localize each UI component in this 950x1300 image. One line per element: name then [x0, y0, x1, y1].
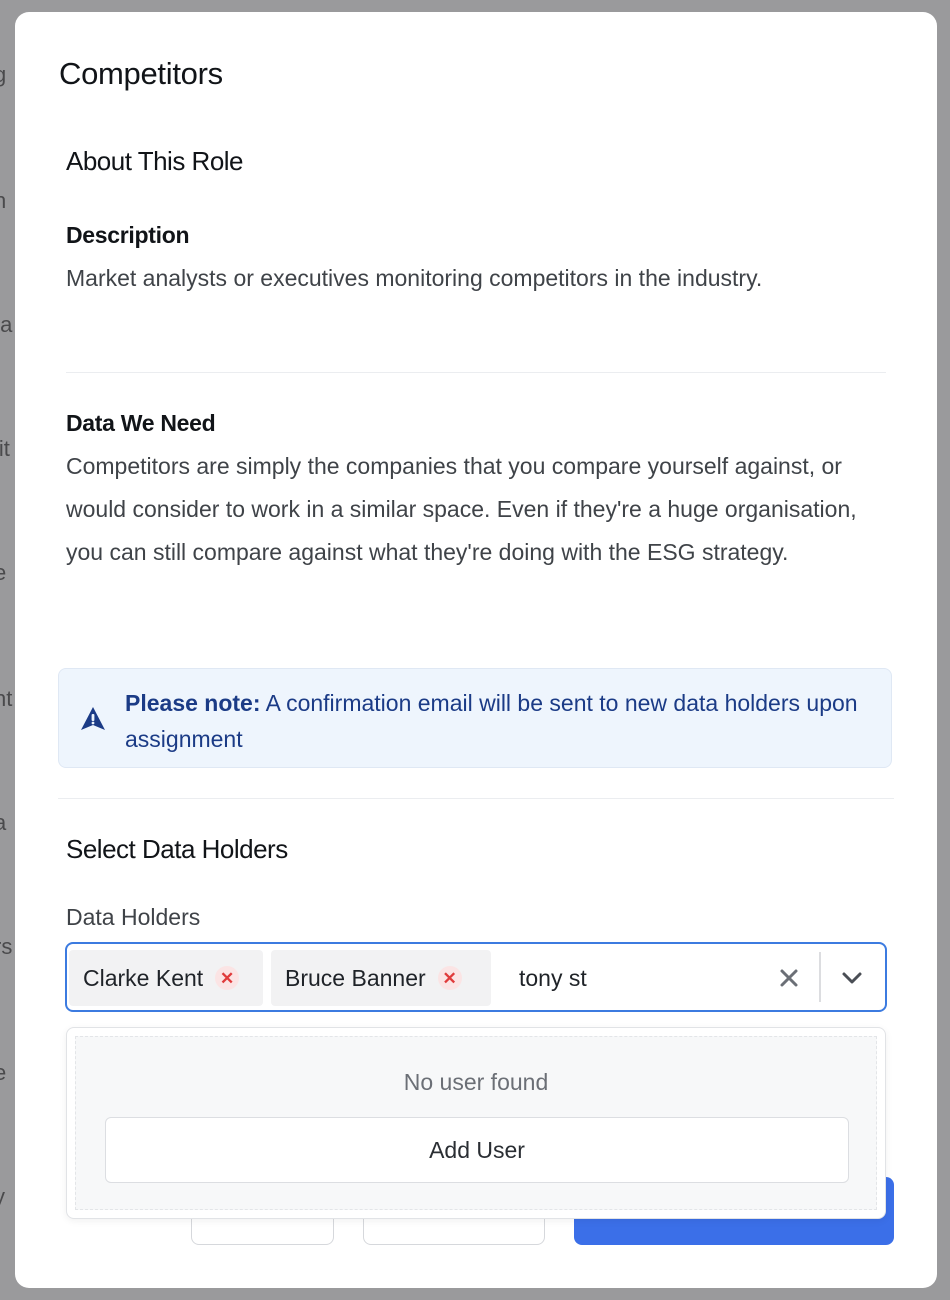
description-text: Market analysts or executives monitoring…: [66, 265, 763, 291]
remove-chip-icon[interactable]: ✕: [437, 966, 462, 990]
about-role-heading: About This Role: [66, 146, 244, 176]
warning-triangle-icon: [81, 707, 105, 730]
remove-chip-icon[interactable]: ✕: [215, 966, 240, 990]
notice-alert: Please note: A confirmation email will b…: [58, 668, 892, 768]
divider: [66, 372, 886, 373]
select-separator: [819, 952, 821, 1002]
description-label: Description: [66, 222, 190, 248]
data-holders-select[interactable]: Clarke Kent ✕ Bruce Banner ✕: [65, 942, 887, 1012]
holder-search-input[interactable]: [507, 958, 771, 998]
chip-label: Clarke Kent: [83, 964, 204, 991]
select-holders-heading: Select Data Holders: [66, 834, 288, 864]
dropdown-empty-state: No user found Add User: [75, 1036, 877, 1210]
role-modal: Competitors About This Role Description …: [15, 12, 937, 1288]
add-user-button[interactable]: Add User: [105, 1117, 849, 1183]
data-needed-label: Data We Need: [66, 410, 216, 436]
notice-text: Please note: A confirmation email will b…: [125, 685, 865, 757]
chip-label: Bruce Banner: [285, 964, 426, 991]
selected-holder-chip: Clarke Kent ✕: [69, 950, 263, 1006]
holder-dropdown: No user found Add User: [66, 1027, 886, 1219]
divider: [58, 798, 894, 799]
selected-holder-chip: Bruce Banner ✕: [271, 950, 491, 1006]
background-page: g n ta lit e nt a rs e y: [0, 62, 13, 1209]
notice-bold: Please note:: [125, 690, 261, 716]
modal-title: Competitors: [59, 56, 223, 91]
data-holders-label: Data Holders: [66, 904, 201, 930]
no-user-text: No user found: [403, 1069, 549, 1095]
data-needed-text: Competitors are simply the companies tha…: [66, 453, 857, 565]
chevron-down-icon[interactable]: [837, 964, 867, 992]
clear-icon[interactable]: [775, 964, 803, 992]
